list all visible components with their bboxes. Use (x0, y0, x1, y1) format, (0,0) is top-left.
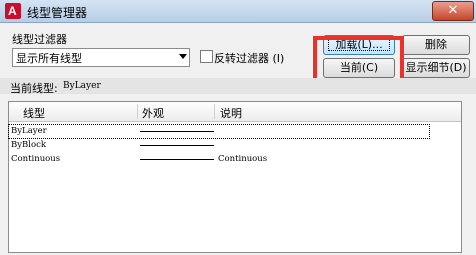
autocad-app-icon[interactable]: A (5, 3, 21, 19)
invert-filter-label[interactable]: 反转过滤器 (I) (214, 50, 284, 66)
title-bar[interactable]: A 线型管理器 ✕ (0, 0, 476, 23)
header-description[interactable]: 说明 (220, 105, 242, 121)
invert-filter-checkbox[interactable] (200, 50, 213, 63)
current-linetype-label: 当前线型: (10, 82, 58, 95)
header-linetype[interactable]: 线型 (23, 105, 45, 121)
row-linetype-preview (140, 159, 214, 160)
filter-label: 线型过滤器 (12, 33, 67, 46)
header-separator[interactable] (214, 104, 215, 119)
row-linetype-preview (140, 131, 214, 132)
row-linetype-name: Continuous (11, 154, 61, 164)
table-row[interactable]: ByLayer (8, 124, 430, 139)
table-row[interactable]: ByBlock (9, 139, 429, 152)
window-title: 线型管理器 (27, 6, 88, 20)
row-description: Continuous (218, 154, 268, 164)
list-header: 线型 外观 说明 (9, 102, 461, 122)
dialog-body: 线型过滤器 显示所有线型 反转过滤器 (I) 加载(L)... 删除 当前(C)… (0, 23, 476, 255)
table-row[interactable]: Continuous Continuous (9, 153, 429, 166)
current-linetype-value: ByLayer (63, 81, 101, 91)
delete-button[interactable]: 删除 (402, 35, 470, 55)
linetype-list[interactable]: 线型 外观 说明 ByLayer ByBlock Continuous Cont… (8, 101, 462, 253)
header-separator[interactable] (137, 104, 138, 119)
current-linetype-bar: 当前线型: ByLayer (0, 78, 476, 95)
dropdown-arrow-icon[interactable] (179, 54, 187, 59)
row-linetype-preview (140, 145, 214, 146)
show-details-button[interactable]: 显示细节(D) (402, 58, 470, 78)
row-linetype-name: ByBlock (11, 140, 47, 150)
close-button[interactable]: ✕ (432, 1, 474, 21)
row-linetype-name: ByLayer (11, 126, 47, 136)
filter-selected-value: 显示所有线型 (16, 52, 82, 65)
linetype-filter-dropdown[interactable]: 显示所有线型 (12, 48, 190, 67)
header-appearance[interactable]: 外观 (142, 105, 164, 121)
